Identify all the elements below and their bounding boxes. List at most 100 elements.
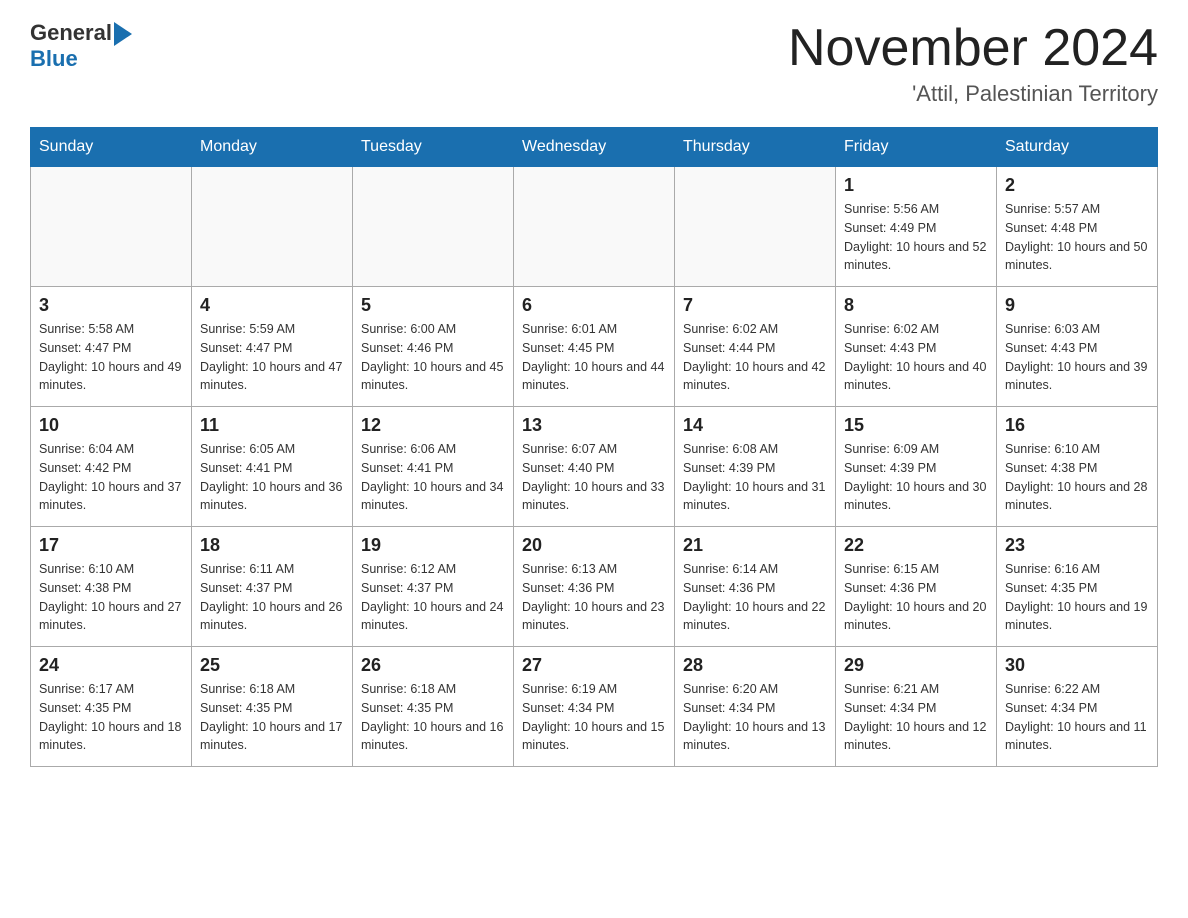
day-number: 1 [844,175,988,196]
table-cell: 12Sunrise: 6:06 AMSunset: 4:41 PMDayligh… [353,407,514,527]
day-number: 5 [361,295,505,316]
day-info: Sunrise: 6:03 AMSunset: 4:43 PMDaylight:… [1005,320,1149,395]
day-number: 18 [200,535,344,556]
table-cell: 18 Sunrise: 6:11 AMSunset: 4:37 PMDayligh… [192,527,353,647]
week-row-1: 1 Sunrise: 5:56 AMSunset: 4:49 PMDaylight… [31,167,1158,287]
day-info: Sunrise: 6:14 AMSunset: 4:36 PMDaylight:… [683,560,827,635]
day-info: Sunrise: 6:08 AMSunset: 4:39 PMDaylight:… [683,440,827,515]
day-info: Sunrise: 6:00 AMSunset: 4:46 PMDaylight:… [361,320,505,395]
day-number: 20 [522,535,666,556]
table-cell: 30Sunrise: 6:22 AMSunset: 4:34 PMDayligh… [997,647,1158,767]
table-cell: 20 Sunrise: 6:13 AMSunset: 4:36 PMDayligh… [514,527,675,647]
day-number: 14 [683,415,827,436]
day-info: Sunrise: 6:15 AMSunset: 4:36 PMDaylight:… [844,560,988,635]
table-cell: 6 Sunrise: 6:01 AMSunset: 4:45 PMDaylight… [514,287,675,407]
table-cell: 14 Sunrise: 6:08 AMSunset: 4:39 PMDayligh… [675,407,836,527]
table-cell [675,167,836,287]
table-cell: 23Sunrise: 6:16 AMSunset: 4:35 PMDayligh… [997,527,1158,647]
day-number: 6 [522,295,666,316]
week-row-5: 24 Sunrise: 6:17 AMSunset: 4:35 PMDayligh… [31,647,1158,767]
table-cell: 4Sunrise: 5:59 AMSunset: 4:47 PMDaylight… [192,287,353,407]
table-cell: 25 Sunrise: 6:18 AMSunset: 4:35 PMDayligh… [192,647,353,767]
day-number: 2 [1005,175,1149,196]
table-cell: 19 Sunrise: 6:12 AMSunset: 4:37 PMDayligh… [353,527,514,647]
table-cell: 2 Sunrise: 5:57 AMSunset: 4:48 PMDaylight… [997,167,1158,287]
table-cell: 15 Sunrise: 6:09 AMSunset: 4:39 PMDayligh… [836,407,997,527]
day-number: 7 [683,295,827,316]
day-number: 15 [844,415,988,436]
table-cell: 16 Sunrise: 6:10 AMSunset: 4:38 PMDayligh… [997,407,1158,527]
week-row-4: 17 Sunrise: 6:10 AMSunset: 4:38 PMDayligh… [31,527,1158,647]
day-info: Sunrise: 6:22 AMSunset: 4:34 PMDaylight:… [1005,680,1149,755]
day-info: Sunrise: 6:09 AMSunset: 4:39 PMDaylight:… [844,440,988,515]
day-number: 16 [1005,415,1149,436]
day-number: 17 [39,535,183,556]
day-info: Sunrise: 6:10 AMSunset: 4:38 PMDaylight:… [1005,440,1149,515]
calendar-title: November 2024 [788,20,1158,77]
day-info: Sunrise: 5:58 AMSunset: 4:47 PMDaylight:… [39,320,183,395]
day-number: 29 [844,655,988,676]
table-cell: 28 Sunrise: 6:20 AMSunset: 4:34 PMDayligh… [675,647,836,767]
day-info: Sunrise: 6:01 AMSunset: 4:45 PMDaylight:… [522,320,666,395]
day-info: Sunrise: 6:13 AMSunset: 4:36 PMDaylight:… [522,560,666,635]
table-cell: 13 Sunrise: 6:07 AMSunset: 4:40 PMDayligh… [514,407,675,527]
logo-blue: Blue [30,46,132,72]
day-number: 27 [522,655,666,676]
day-info: Sunrise: 6:07 AMSunset: 4:40 PMDaylight:… [522,440,666,515]
day-info: Sunrise: 6:06 AMSunset: 4:41 PMDaylight:… [361,440,505,515]
table-cell: 3Sunrise: 5:58 AMSunset: 4:47 PMDaylight… [31,287,192,407]
table-cell: 22 Sunrise: 6:15 AMSunset: 4:36 PMDayligh… [836,527,997,647]
table-cell: 11Sunrise: 6:05 AMSunset: 4:41 PMDayligh… [192,407,353,527]
day-info: Sunrise: 6:19 AMSunset: 4:34 PMDaylight:… [522,680,666,755]
logo-general: General [30,21,112,45]
table-cell [353,167,514,287]
day-number: 22 [844,535,988,556]
table-cell: 5 Sunrise: 6:00 AMSunset: 4:46 PMDaylight… [353,287,514,407]
day-info: Sunrise: 6:12 AMSunset: 4:37 PMDaylight:… [361,560,505,635]
day-number: 24 [39,655,183,676]
table-cell: 7Sunrise: 6:02 AMSunset: 4:44 PMDaylight… [675,287,836,407]
header-wednesday: Wednesday [514,128,675,167]
day-info: Sunrise: 6:20 AMSunset: 4:34 PMDaylight:… [683,680,827,755]
day-info: Sunrise: 6:04 AMSunset: 4:42 PMDaylight:… [39,440,183,515]
title-section: November 2024 'Attil, Palestinian Territ… [788,20,1158,107]
day-number: 21 [683,535,827,556]
day-info: Sunrise: 6:02 AMSunset: 4:43 PMDaylight:… [844,320,988,395]
day-number: 25 [200,655,344,676]
day-number: 26 [361,655,505,676]
day-info: Sunrise: 6:10 AMSunset: 4:38 PMDaylight:… [39,560,183,635]
logo: General Blue [30,20,132,72]
calendar-table: Sunday Monday Tuesday Wednesday Thursday… [30,127,1158,767]
week-row-3: 10 Sunrise: 6:04 AMSunset: 4:42 PMDayligh… [31,407,1158,527]
page-header: General Blue November 2024 'Attil, Pales… [30,20,1158,107]
calendar-header-row: Sunday Monday Tuesday Wednesday Thursday… [31,128,1158,167]
day-info: Sunrise: 6:11 AMSunset: 4:37 PMDaylight:… [200,560,344,635]
day-info: Sunrise: 6:21 AMSunset: 4:34 PMDaylight:… [844,680,988,755]
day-info: Sunrise: 5:59 AMSunset: 4:47 PMDaylight:… [200,320,344,395]
day-info: Sunrise: 6:16 AMSunset: 4:35 PMDaylight:… [1005,560,1149,635]
table-cell: 10 Sunrise: 6:04 AMSunset: 4:42 PMDayligh… [31,407,192,527]
day-info: Sunrise: 6:17 AMSunset: 4:35 PMDaylight:… [39,680,183,755]
day-number: 19 [361,535,505,556]
table-cell: 27 Sunrise: 6:19 AMSunset: 4:34 PMDayligh… [514,647,675,767]
day-number: 10 [39,415,183,436]
day-info: Sunrise: 5:56 AMSunset: 4:49 PMDaylight:… [844,200,988,275]
table-cell: 21 Sunrise: 6:14 AMSunset: 4:36 PMDayligh… [675,527,836,647]
table-cell [514,167,675,287]
table-cell [31,167,192,287]
header-monday: Monday [192,128,353,167]
header-thursday: Thursday [675,128,836,167]
table-cell: 24 Sunrise: 6:17 AMSunset: 4:35 PMDayligh… [31,647,192,767]
table-cell: 1 Sunrise: 5:56 AMSunset: 4:49 PMDaylight… [836,167,997,287]
table-cell: 26Sunrise: 6:18 AMSunset: 4:35 PMDayligh… [353,647,514,767]
day-number: 28 [683,655,827,676]
day-number: 8 [844,295,988,316]
header-sunday: Sunday [31,128,192,167]
day-info: Sunrise: 6:05 AMSunset: 4:41 PMDaylight:… [200,440,344,515]
table-cell: 17 Sunrise: 6:10 AMSunset: 4:38 PMDayligh… [31,527,192,647]
day-info: Sunrise: 6:18 AMSunset: 4:35 PMDaylight:… [200,680,344,755]
week-row-2: 3Sunrise: 5:58 AMSunset: 4:47 PMDaylight… [31,287,1158,407]
day-info: Sunrise: 5:57 AMSunset: 4:48 PMDaylight:… [1005,200,1149,275]
day-number: 13 [522,415,666,436]
table-cell: 8 Sunrise: 6:02 AMSunset: 4:43 PMDaylight… [836,287,997,407]
